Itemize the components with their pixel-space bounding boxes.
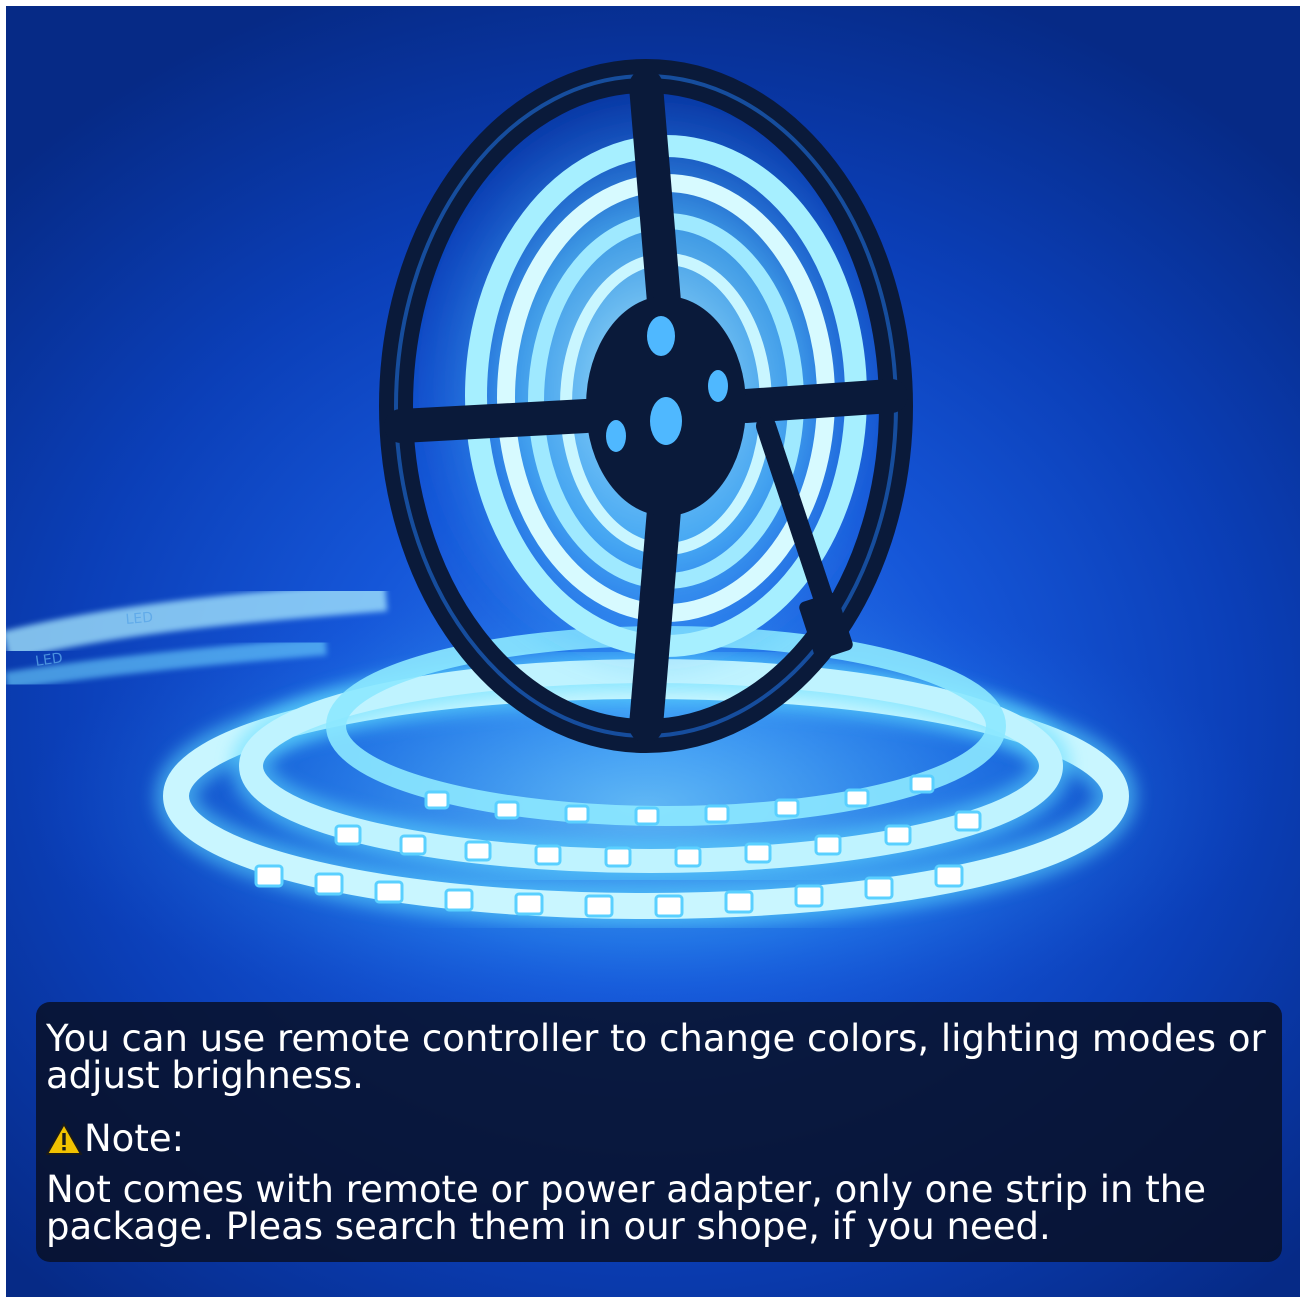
warning-triangle-icon — [46, 1121, 82, 1155]
caption-box: You can use remote controller to change … — [36, 1002, 1282, 1262]
strip-label: LED — [125, 610, 154, 628]
note-heading: Note: — [46, 1120, 1270, 1157]
product-photo: LED LED You can use remote controller to… — [6, 6, 1300, 1297]
caption-main-text: You can use remote controller to change … — [46, 1017, 1266, 1097]
note-text: Not comes with remote or power adapter, … — [46, 1168, 1206, 1248]
note-label: Note: — [84, 1117, 185, 1160]
